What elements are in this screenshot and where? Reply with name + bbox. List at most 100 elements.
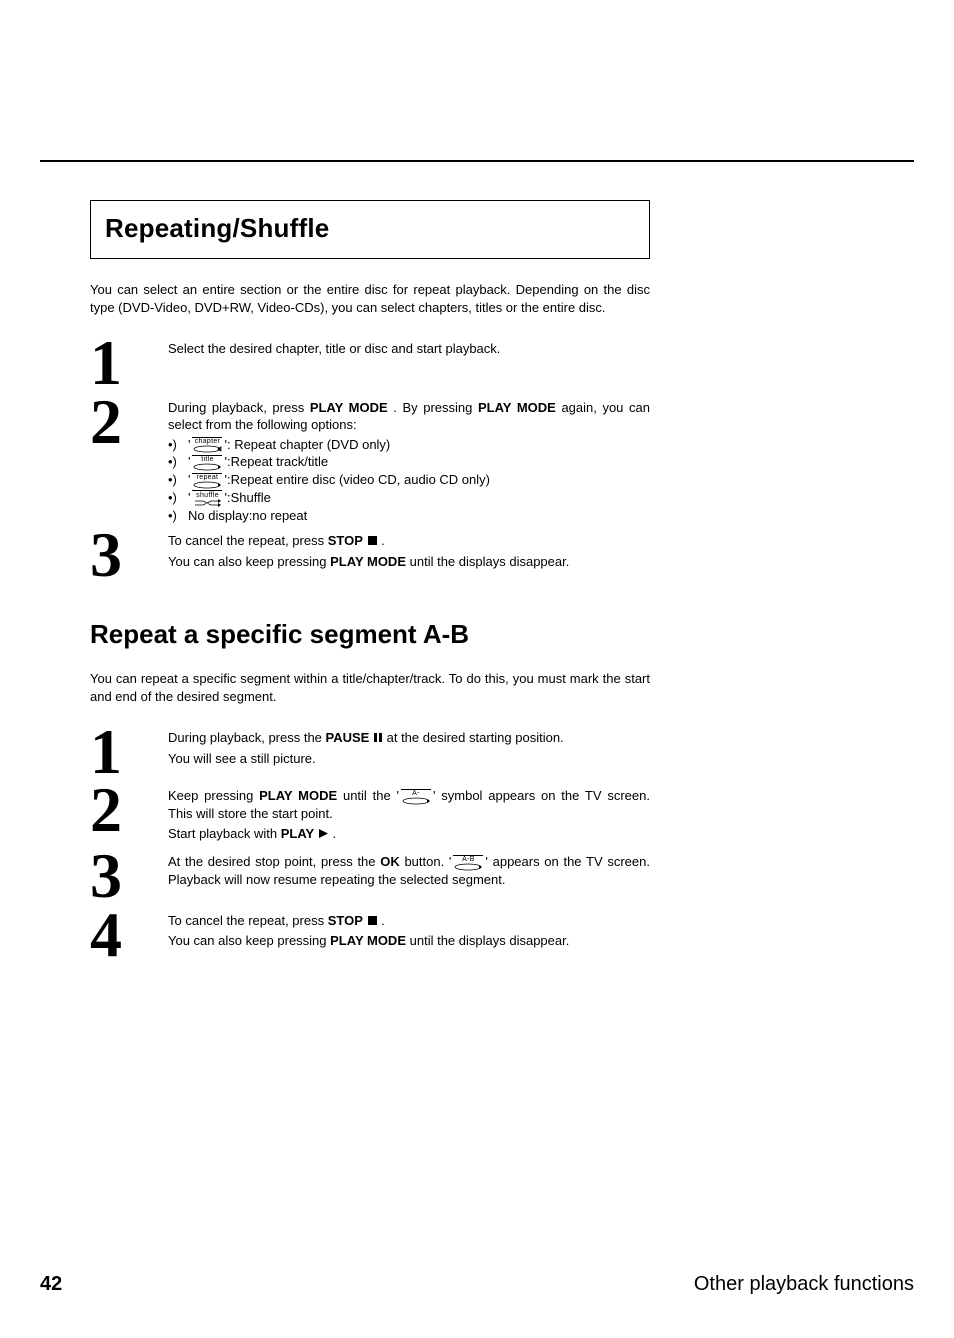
step-number: 3 — [90, 528, 168, 582]
option-text: No display:no repeat — [188, 507, 650, 525]
text: At the desired stop point, press the — [168, 854, 380, 869]
step-body: Select the desired chapter, title or dis… — [168, 336, 650, 360]
steps-list: 1 Select the desired chapter, title or d… — [90, 336, 650, 583]
step-text: You will see a still picture. — [168, 750, 650, 768]
text: until the displays disappear. — [410, 933, 570, 948]
play-icon — [318, 826, 329, 844]
text: . — [381, 533, 385, 548]
text: You can also keep pressing — [168, 933, 330, 948]
step-body: To cancel the repeat, press STOP . You c… — [168, 528, 650, 572]
step: 3 To cancel the repeat, press STOP . You… — [90, 528, 650, 582]
step-number: 2 — [90, 395, 168, 449]
repeat-disc-icon: repeat — [190, 473, 224, 490]
text: ':Repeat entire disc (video CD, audio CD… — [224, 472, 490, 487]
bullet: •) — [168, 471, 188, 489]
step-number: 4 — [90, 908, 168, 962]
option-text: 'repeat':Repeat entire disc (video CD, a… — [188, 471, 650, 489]
step-number: 2 — [90, 783, 168, 837]
page-footer: 42 Other playback functions — [40, 1271, 914, 1298]
text: To cancel the repeat, press — [168, 913, 328, 928]
text: During playback, press the — [168, 730, 326, 745]
icon-label: repeat — [192, 473, 222, 482]
button-name: PLAY MODE — [478, 400, 556, 415]
option-line: •) 'chapter': Repeat chapter (DVD only) — [168, 436, 650, 454]
text: ':Repeat track/title — [224, 454, 328, 469]
ab-mark-icon: A-B — [451, 855, 485, 872]
step-body: During playback, press the PAUSE at the … — [168, 725, 650, 769]
a-mark-icon: A- — [399, 789, 433, 806]
button-name: STOP — [328, 913, 363, 928]
text: Start playback with — [168, 826, 281, 841]
intro-paragraph: You can select an entire section or the … — [90, 281, 650, 316]
stop-icon — [367, 913, 378, 931]
step-text: To cancel the repeat, press STOP . — [168, 532, 650, 551]
button-name: PLAY — [281, 826, 314, 841]
page-number: 42 — [40, 1271, 62, 1298]
icon-label: shuffle — [192, 490, 222, 499]
pause-icon — [373, 730, 383, 748]
text: . By pressing — [393, 400, 478, 415]
section-heading: Repeat a specific segment A-B — [90, 617, 650, 652]
step-number: 3 — [90, 849, 168, 903]
step: 3 At the desired stop point, press the O… — [90, 849, 650, 903]
text: button. ' — [404, 854, 451, 869]
step-body: Keep pressing PLAY MODE until the 'A-' s… — [168, 783, 650, 845]
text: until the ' — [343, 788, 399, 803]
step: 4 To cancel the repeat, press STOP . You… — [90, 908, 650, 962]
step-number: 1 — [90, 336, 168, 390]
step-body: At the desired stop point, press the OK … — [168, 849, 650, 890]
stop-icon — [367, 533, 378, 551]
step: 1 During playback, press the PAUSE at th… — [90, 725, 650, 779]
repeat-title-icon: title — [190, 455, 224, 472]
step-text: You can also keep pressing PLAY MODE unt… — [168, 553, 650, 571]
text: until the displays disappear. — [410, 554, 570, 569]
icon-label: A-B — [453, 855, 483, 864]
text: at the desired starting position. — [387, 730, 564, 745]
button-name: OK — [380, 854, 400, 869]
step: 1 Select the desired chapter, title or d… — [90, 336, 650, 390]
icon-label: A- — [401, 789, 431, 798]
step: 2 During playback, press PLAY MODE . By … — [90, 395, 650, 525]
step-text: During playback, press the PAUSE at the … — [168, 729, 650, 748]
text: ': Repeat chapter (DVD only) — [224, 437, 390, 452]
button-name: PLAY MODE — [259, 788, 337, 803]
step-text: Start playback with PLAY . — [168, 825, 650, 844]
step-text: At the desired stop point, press the OK … — [168, 853, 650, 888]
text: . — [332, 826, 336, 841]
option-text: 'title':Repeat track/title — [188, 453, 650, 471]
step-body: To cancel the repeat, press STOP . You c… — [168, 908, 650, 952]
step-number: 1 — [90, 725, 168, 779]
text: ':Shuffle — [224, 490, 270, 505]
step-text: Select the desired chapter, title or dis… — [168, 340, 650, 358]
steps-list: 1 During playback, press the PAUSE at th… — [90, 725, 650, 962]
bullet: •) — [168, 453, 188, 471]
step-body: During playback, press PLAY MODE . By pr… — [168, 395, 650, 525]
button-name: PLAY MODE — [330, 554, 406, 569]
step-text: You can also keep pressing PLAY MODE unt… — [168, 932, 650, 950]
button-name: STOP — [328, 533, 363, 548]
option-text: 'shuffle':Shuffle — [188, 489, 650, 507]
intro-paragraph: You can repeat a specific segment within… — [90, 670, 650, 705]
section-heading: Repeating/Shuffle — [105, 211, 635, 246]
option-text: 'chapter': Repeat chapter (DVD only) — [188, 436, 650, 454]
button-name: PLAY MODE — [310, 400, 388, 415]
icon-label: chapter — [192, 437, 222, 446]
button-name: PLAY MODE — [330, 933, 406, 948]
top-rule — [40, 160, 914, 162]
text: To cancel the repeat, press — [168, 533, 328, 548]
text: . — [381, 913, 385, 928]
footer-chapter-title: Other playback functions — [694, 1271, 914, 1298]
step-text: Keep pressing PLAY MODE until the 'A-' s… — [168, 787, 650, 822]
option-line: •) 'repeat':Repeat entire disc (video CD… — [168, 471, 650, 489]
step: 2 Keep pressing PLAY MODE until the 'A-'… — [90, 783, 650, 845]
icon-label: title — [192, 455, 222, 464]
text: Keep pressing — [168, 788, 259, 803]
step-text: During playback, press PLAY MODE . By pr… — [168, 399, 650, 434]
bullet: •) — [168, 489, 188, 507]
shuffle-icon: shuffle — [190, 490, 224, 507]
text: During playback, press — [168, 400, 310, 415]
step-text: To cancel the repeat, press STOP . — [168, 912, 650, 931]
repeat-chapter-icon: chapter — [190, 437, 224, 454]
bullet: •) — [168, 436, 188, 454]
option-line: •) No display:no repeat — [168, 507, 650, 525]
